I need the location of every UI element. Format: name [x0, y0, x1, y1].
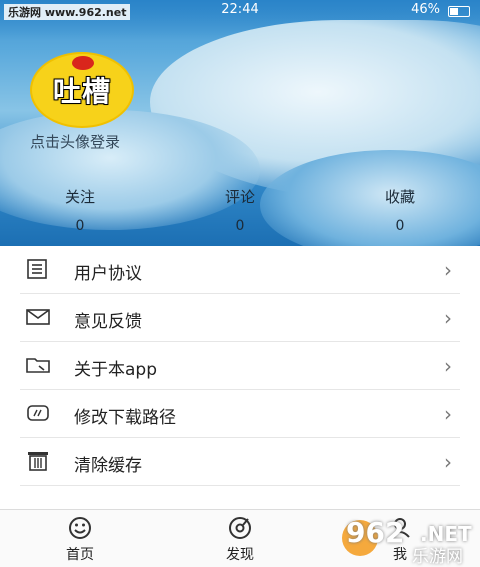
mail-icon	[26, 306, 50, 328]
stat-count: 0	[395, 218, 405, 234]
chevron-right-icon: ›	[444, 402, 452, 426]
compass-icon	[227, 514, 253, 540]
storage-icon	[26, 402, 50, 424]
battery-icon	[448, 6, 470, 17]
settings-menu: 用户协议 › 意见反馈 › 关于本app › 修改下载路径 › 清除缓存 ›	[0, 246, 480, 486]
smiley-icon	[67, 514, 93, 540]
stat-count: 0	[235, 218, 245, 234]
avatar-mascot-icon	[72, 56, 94, 70]
document-icon	[26, 258, 50, 280]
folder-icon	[26, 354, 50, 376]
battery-percent: 46%	[411, 2, 440, 17]
tab-label: 首页	[66, 547, 94, 563]
chevron-right-icon: ›	[444, 306, 452, 330]
menu-item-label: 修改下载路径	[74, 408, 176, 428]
stat-label: 评论	[224, 188, 255, 206]
menu-item-feedback[interactable]: 意见反馈 ›	[20, 294, 460, 342]
stat-count: 0	[75, 218, 85, 234]
stat-label: 收藏	[384, 188, 415, 206]
tab-label: 发现	[226, 547, 254, 563]
chevron-right-icon: ›	[444, 354, 452, 378]
stat-following[interactable]: 关注 0	[20, 186, 140, 234]
menu-item-label: 清除缓存	[74, 456, 142, 476]
stat-comments[interactable]: 评论 0	[180, 186, 300, 234]
menu-item-about[interactable]: 关于本app ›	[20, 342, 460, 390]
stat-label: 关注	[64, 188, 95, 206]
brand-watermark: 962 .NET 乐游网	[342, 516, 478, 567]
menu-item-download-path[interactable]: 修改下载路径 ›	[20, 390, 460, 438]
brand-cn: 乐游网	[412, 547, 463, 567]
avatar-logo-text: 吐槽	[52, 75, 111, 108]
menu-item-label: 用户协议	[74, 264, 142, 284]
menu-item-user-agreement[interactable]: 用户协议 ›	[20, 246, 460, 294]
brand-number: 962	[346, 516, 405, 549]
trash-icon	[26, 450, 50, 472]
status-bar: 乐游网 www.962.net 22:44 46%	[0, 0, 480, 22]
stat-favorites[interactable]: 收藏 0	[340, 186, 460, 234]
chevron-right-icon: ›	[444, 258, 452, 282]
login-hint[interactable]: 点击头像登录	[30, 131, 120, 152]
status-time: 22:44	[221, 2, 259, 17]
avatar[interactable]: 吐槽	[30, 52, 134, 128]
tab-home[interactable]: 首页	[40, 514, 120, 564]
profile-stats: 关注 0 评论 0 收藏 0	[0, 186, 480, 236]
tab-discover[interactable]: 发现	[200, 514, 280, 564]
menu-item-label: 关于本app	[74, 360, 157, 380]
menu-item-label: 意见反馈	[74, 312, 142, 332]
chevron-right-icon: ›	[444, 450, 452, 474]
menu-item-clear-cache[interactable]: 清除缓存 ›	[20, 438, 460, 486]
